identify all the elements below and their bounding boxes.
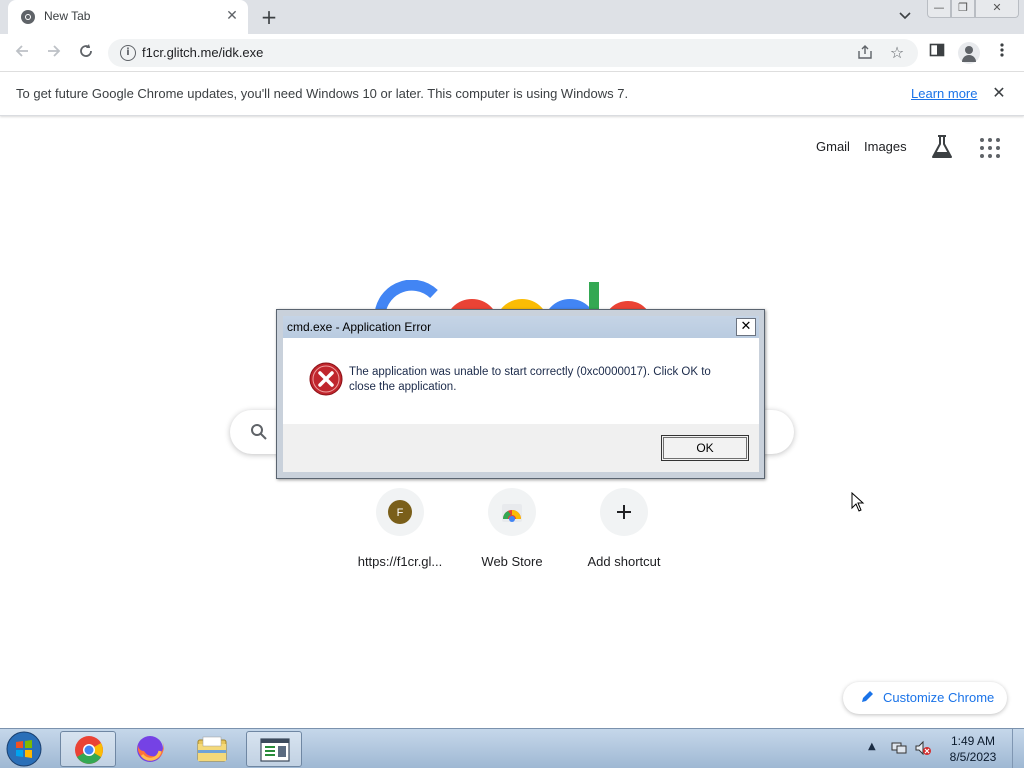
window-close-button[interactable]: ✕ [975, 0, 1019, 18]
windows-taskbar: ▲ 1:49 AM 8/5/2023 [0, 728, 1024, 768]
dialog-footer: OK [283, 424, 759, 472]
chrome-icon [75, 736, 103, 764]
pencil-icon [862, 691, 873, 702]
dialog-message: The application was unable to start corr… [349, 366, 711, 393]
clock-time: 1:49 AM [950, 734, 996, 748]
share-icon[interactable] [856, 44, 874, 62]
dialog-body: The application was unable to start corr… [283, 338, 759, 424]
tab-title: New Tab [44, 9, 91, 23]
search-icon [251, 424, 267, 440]
chevron-down-icon[interactable] [896, 8, 914, 26]
window-app-icon [260, 738, 290, 762]
taskbar-application[interactable] [246, 731, 302, 767]
menu-kebab-icon[interactable] [991, 42, 1013, 64]
shortcut-web-store[interactable]: Web Store [456, 488, 568, 569]
customize-chrome-button[interactable]: Customize Chrome [843, 682, 1007, 714]
side-panel-icon[interactable] [926, 42, 948, 64]
chrome-icon [21, 10, 35, 24]
labs-flask-icon[interactable] [930, 134, 954, 160]
network-tray-icon[interactable] [890, 740, 908, 756]
volume-muted-tray-icon[interactable] [914, 740, 932, 756]
taskbar-chrome[interactable] [60, 731, 116, 767]
tab-strip: New Tab ✕ + — ❐ ✕ [0, 0, 1024, 34]
shortcut-tile [488, 488, 536, 536]
error-icon [309, 362, 343, 396]
back-button[interactable] [11, 42, 33, 64]
plus-icon [617, 505, 631, 519]
shortcut-label: Web Store [481, 554, 543, 569]
shortcut-label: https://f1cr.gl... [357, 554, 443, 569]
infobar-message: To get future Google Chrome updates, you… [16, 86, 629, 101]
shortcut-f1cr[interactable]: F https://f1cr.gl... [344, 488, 456, 569]
clock-date: 8/5/2023 [949, 750, 997, 764]
google-apps-icon[interactable] [980, 138, 1000, 158]
system-clock[interactable]: 1:49 AM 8/5/2023 [940, 733, 1006, 765]
close-tab-icon[interactable]: ✕ [224, 8, 240, 24]
windows-start-icon[interactable] [4, 730, 44, 768]
new-tab-button[interactable]: + [258, 6, 280, 28]
shortcut-tile: F [376, 488, 424, 536]
ok-button[interactable]: OK [661, 435, 749, 461]
bookmark-star-icon[interactable]: ☆ [888, 43, 906, 62]
update-infobar: To get future Google Chrome updates, you… [0, 72, 1024, 116]
shortcut-label: Add shortcut [587, 554, 661, 569]
url-text[interactable]: f1cr.glitch.me/idk.exe [142, 45, 263, 60]
application-error-dialog: cmd.exe - Application Error ✕ The applic… [276, 309, 765, 479]
maximize-button[interactable]: ❐ [951, 0, 975, 18]
minimize-button[interactable]: — [927, 0, 951, 18]
site-letter-icon: F [388, 500, 412, 524]
shortcut-tile [600, 488, 648, 536]
dialog-title: cmd.exe - Application Error [287, 320, 432, 334]
close-infobar-icon[interactable]: ✕ [990, 84, 1008, 102]
reload-button[interactable] [75, 42, 97, 64]
firefox-icon [137, 736, 164, 762]
taskbar-firefox[interactable] [122, 731, 178, 767]
forward-button[interactable] [43, 42, 65, 64]
dialog-close-button[interactable]: ✕ [736, 318, 756, 336]
tab-new-tab[interactable]: New Tab ✕ [8, 0, 248, 34]
folder-icon [197, 736, 227, 762]
svg-text:F: F [397, 507, 404, 519]
gmail-link[interactable]: Gmail [816, 139, 850, 154]
images-link[interactable]: Images [864, 139, 907, 154]
customize-label: Customize Chrome [883, 690, 995, 705]
dialog-title-bar[interactable]: cmd.exe - Application Error ✕ [283, 316, 759, 338]
mouse-cursor-icon [851, 492, 865, 512]
add-shortcut-button[interactable]: Add shortcut [568, 488, 680, 569]
show-hidden-icons-button[interactable]: ▲ [868, 741, 876, 752]
taskbar-file-explorer[interactable] [184, 731, 240, 767]
learn-more-link[interactable]: Learn more [911, 86, 977, 101]
web-store-icon [502, 504, 522, 522]
show-desktop-button[interactable] [1012, 729, 1024, 768]
address-bar[interactable]: i f1cr.glitch.me/idk.exe ☆ [108, 39, 918, 67]
browser-toolbar: i f1cr.glitch.me/idk.exe ☆ [0, 34, 1024, 72]
profile-avatar-icon[interactable] [958, 42, 980, 64]
site-info-icon[interactable]: i [120, 45, 136, 61]
